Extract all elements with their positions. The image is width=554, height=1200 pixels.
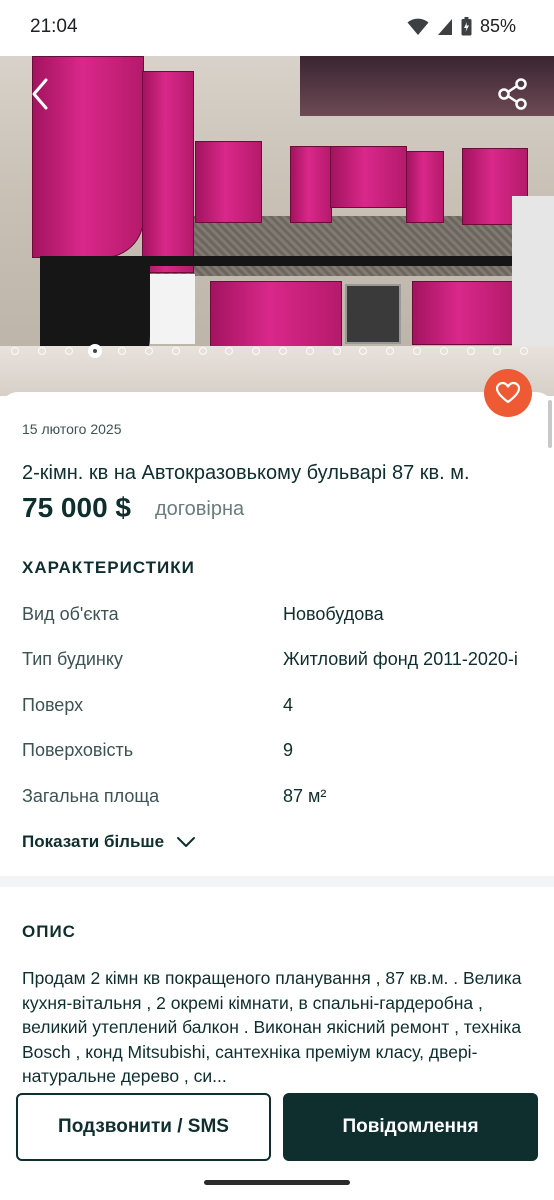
characteristic-value: 87 м² <box>283 786 327 806</box>
gallery-dot[interactable] <box>305 347 314 355</box>
gallery-dot[interactable] <box>279 347 287 355</box>
battery-icon <box>461 17 472 36</box>
listing-title: 2-кімн. кв на Автокразовькому бульварі 8… <box>22 462 470 484</box>
show-more-button[interactable]: Показати більше <box>22 832 196 852</box>
characteristic-row: Тип будинку Житловий фонд 2011-2020-і <box>22 649 532 673</box>
description-heading: ОПИС <box>22 922 76 941</box>
characteristic-row: Поверховість 9 <box>22 740 532 764</box>
gallery-dot[interactable] <box>466 347 475 355</box>
characteristic-label: Тип будинку <box>22 649 123 669</box>
photo-backsplash <box>150 216 550 276</box>
photo-cabinet <box>406 151 444 223</box>
gallery-dot[interactable] <box>198 347 207 355</box>
photo-cabinet <box>195 141 262 223</box>
signal-icon <box>437 18 452 35</box>
show-more-label: Показати більше <box>22 832 165 851</box>
listing-date: 15 лютого 2025 <box>22 421 122 437</box>
gallery-dot[interactable] <box>493 347 502 355</box>
gallery-dot-active[interactable] <box>88 344 103 358</box>
gallery-dot[interactable] <box>118 347 127 355</box>
heart-icon <box>495 381 521 404</box>
listing-price: 75 000 $ <box>22 492 131 523</box>
characteristic-label: Вид об'єкта <box>22 604 119 624</box>
characteristic-value: 9 <box>283 740 294 760</box>
gallery-dot[interactable] <box>359 347 368 355</box>
gallery-dot[interactable] <box>64 347 73 355</box>
scrollbar[interactable] <box>548 400 552 448</box>
price-negotiable-label: договірна <box>155 498 245 520</box>
favorite-button[interactable] <box>484 369 532 417</box>
characteristic-value: 4 <box>283 695 294 715</box>
gallery-dot[interactable] <box>413 347 421 355</box>
characteristic-value: Новобудова <box>283 604 384 624</box>
characteristic-label: Загальна площа <box>22 786 160 806</box>
back-icon[interactable] <box>26 76 56 112</box>
battery-percent: 85% <box>479 16 516 36</box>
photo-cabinet <box>142 71 194 273</box>
home-indicator[interactable] <box>204 1180 350 1185</box>
gallery-indicator <box>0 344 554 359</box>
characteristics-heading: ХАРАКТЕРИСТИКИ <box>22 558 195 577</box>
photo-cabinet <box>210 281 342 351</box>
gallery-dot[interactable] <box>439 347 448 355</box>
gallery-dot[interactable] <box>252 347 261 355</box>
gallery-dot[interactable] <box>171 347 180 355</box>
description-text: Продам 2 кімн кв покращеного планування … <box>22 968 522 1086</box>
message-button[interactable]: Повідомлення <box>283 1093 538 1161</box>
photo-cabinet <box>412 281 514 345</box>
characteristic-row: Поверх 4 <box>22 695 532 719</box>
photo-fridge <box>512 196 554 346</box>
gallery-dot[interactable] <box>145 347 153 355</box>
status-icons: 85% <box>407 16 516 37</box>
characteristic-label: Поверховість <box>22 740 134 760</box>
photo-cabinet <box>290 146 332 223</box>
characteristic-row: Загальна площа 87 м² <box>22 786 532 810</box>
status-bar: 21:04 85% <box>0 0 554 56</box>
characteristic-label: Поверх <box>22 695 84 715</box>
photo-microwave <box>150 274 195 344</box>
gallery-dot[interactable] <box>332 347 341 355</box>
gallery-dot[interactable] <box>37 347 46 355</box>
gallery-dot[interactable] <box>386 347 395 355</box>
gallery-dot[interactable] <box>11 347 19 355</box>
status-time: 21:04 <box>30 16 78 37</box>
characteristic-row: Вид об'єкта Новобудова <box>22 604 532 628</box>
gallery-dot[interactable] <box>520 347 529 355</box>
call-sms-button[interactable]: Подзвонити / SMS <box>16 1093 271 1161</box>
share-icon[interactable] <box>496 76 530 112</box>
photo-oven <box>345 284 401 344</box>
chevron-down-icon <box>177 837 196 847</box>
gallery-dot[interactable] <box>225 347 234 355</box>
characteristic-value: Житловий фонд 2011-2020-і <box>283 649 518 669</box>
photo-cabinet <box>330 146 407 208</box>
section-divider <box>0 876 554 887</box>
wifi-icon <box>407 18 429 35</box>
